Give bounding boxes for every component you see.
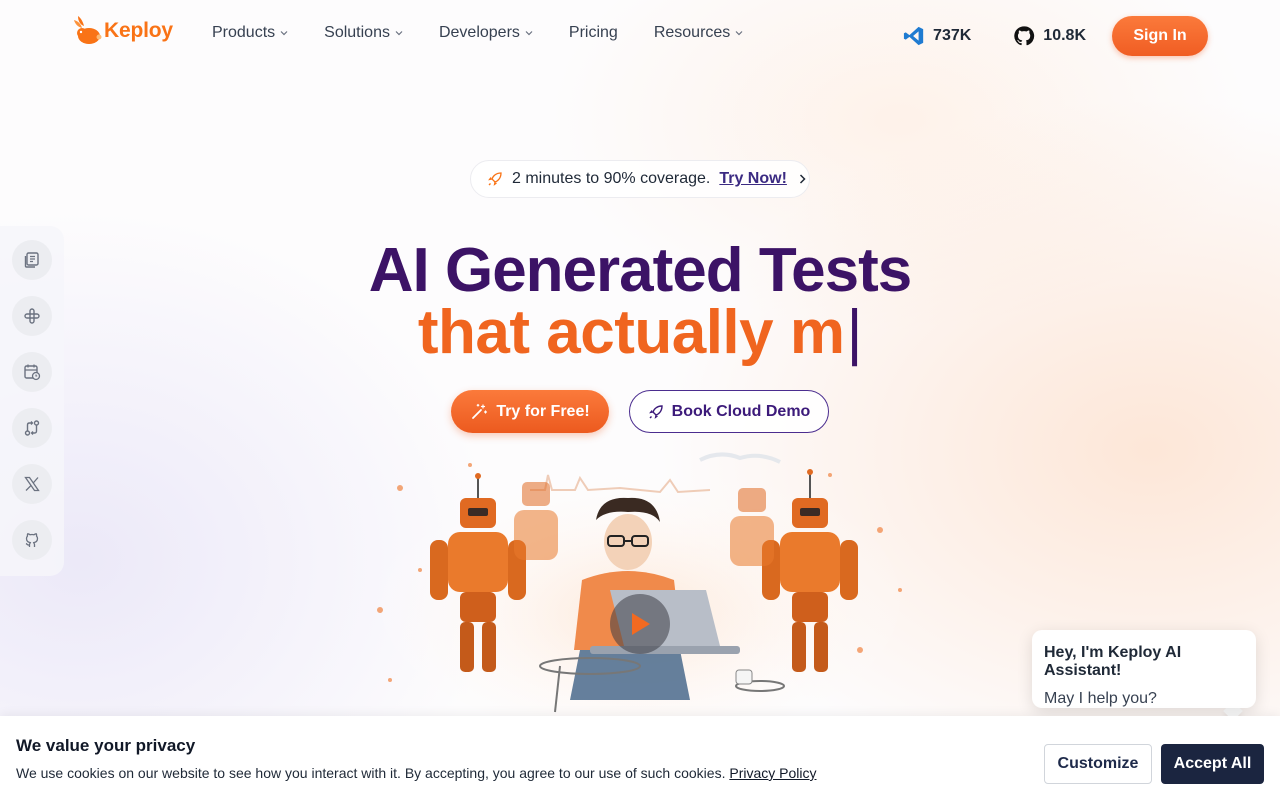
try-for-free-label: Try for Free! <box>496 402 590 420</box>
accept-all-button[interactable]: Accept All <box>1161 744 1264 784</box>
try-now-link[interactable]: Try Now! <box>719 170 787 188</box>
bunny-logo-icon <box>74 16 102 44</box>
twitter-link[interactable] <box>12 464 52 504</box>
try-for-free-button[interactable]: Try for Free! <box>451 390 609 433</box>
hero-headline: AI Generated Tests <box>368 236 912 305</box>
brand-name: Keploy <box>104 19 173 42</box>
nav-resources[interactable]: Resources <box>654 24 743 42</box>
chevron-right-icon <box>799 174 806 184</box>
sign-in-button[interactable]: Sign In <box>1112 16 1208 56</box>
chevron-down-icon <box>735 31 743 36</box>
book-cloud-demo-label: Book Cloud Demo <box>671 402 811 420</box>
chat-title: Hey, I'm Keploy AI Assistant! <box>1044 644 1182 679</box>
github-outline-icon <box>25 533 39 547</box>
ai-assistant-bubble[interactable]: Hey, I'm Keploy AI Assistant! May I help… <box>1032 630 1256 708</box>
contribute-link[interactable] <box>12 408 52 448</box>
nav-label: Solutions <box>324 24 390 41</box>
privacy-policy-link[interactable]: Privacy Policy <box>729 765 816 781</box>
github-icon <box>1014 26 1035 46</box>
nav-label: Resources <box>653 24 731 41</box>
slack-link[interactable] <box>12 296 52 336</box>
schedule-link[interactable] <box>12 352 52 392</box>
nav-developers[interactable]: Developers <box>439 24 533 42</box>
rocket-icon <box>488 172 502 186</box>
chevron-down-icon <box>395 31 403 36</box>
navbar: Keploy Products Solutions Developers Pri… <box>0 0 1280 72</box>
typewriter-text: that actually m <box>417 298 845 367</box>
rocket-icon <box>648 404 663 419</box>
announcement-pill[interactable]: 2 minutes to 90% coverage. Try Now! <box>470 160 810 198</box>
chevron-down-icon <box>280 31 288 36</box>
social-sidebar <box>0 226 64 576</box>
docs-icon <box>24 252 39 268</box>
github-count: 10.8K <box>1043 27 1086 44</box>
vscode-extension-link[interactable]: 737K <box>903 25 971 47</box>
hero-illustration <box>377 452 902 720</box>
cookie-title: We value your privacy <box>16 736 196 755</box>
nav-actions: 737K 10.8K Sign In <box>903 16 1208 56</box>
calendar-icon <box>24 364 41 381</box>
cookie-description: We use cookies on our website to see how… <box>16 765 817 781</box>
docs-link[interactable] <box>12 240 52 280</box>
magic-wand-icon <box>472 403 488 419</box>
x-twitter-icon <box>24 476 40 492</box>
nav-label: Developers <box>438 24 520 41</box>
typing-caret: | <box>846 298 863 367</box>
nav-label: Pricing <box>568 24 618 41</box>
announcement-text: 2 minutes to 90% coverage. <box>512 170 711 187</box>
github-stars-link[interactable]: 10.8K <box>1013 25 1086 47</box>
github-link[interactable] <box>12 520 52 560</box>
nav-products[interactable]: Products <box>212 24 288 42</box>
play-video-button[interactable] <box>610 594 670 654</box>
vscode-count: 737K <box>933 27 972 44</box>
nav-label: Products <box>212 24 276 41</box>
chevron-down-icon <box>525 31 533 36</box>
keploy-logo[interactable]: Keploy <box>72 14 173 48</box>
customize-button[interactable]: Customize <box>1044 744 1152 784</box>
cookie-consent-banner: We value your privacy We use cookies on … <box>0 716 1280 800</box>
cookie-text: We use cookies on our website to see how… <box>16 765 726 781</box>
play-icon <box>632 613 650 635</box>
nav-solutions[interactable]: Solutions <box>324 24 403 42</box>
vscode-icon <box>903 26 924 46</box>
main-nav: Products Solutions Developers Pricing Re… <box>212 24 779 42</box>
slack-icon <box>24 308 40 324</box>
book-cloud-demo-button[interactable]: Book Cloud Demo <box>629 390 829 433</box>
nav-pricing[interactable]: Pricing <box>569 24 618 42</box>
pull-request-icon <box>24 420 40 436</box>
chat-message: May I help you? <box>1044 690 1157 707</box>
hero-subheadline: that actually m| <box>0 298 1280 368</box>
